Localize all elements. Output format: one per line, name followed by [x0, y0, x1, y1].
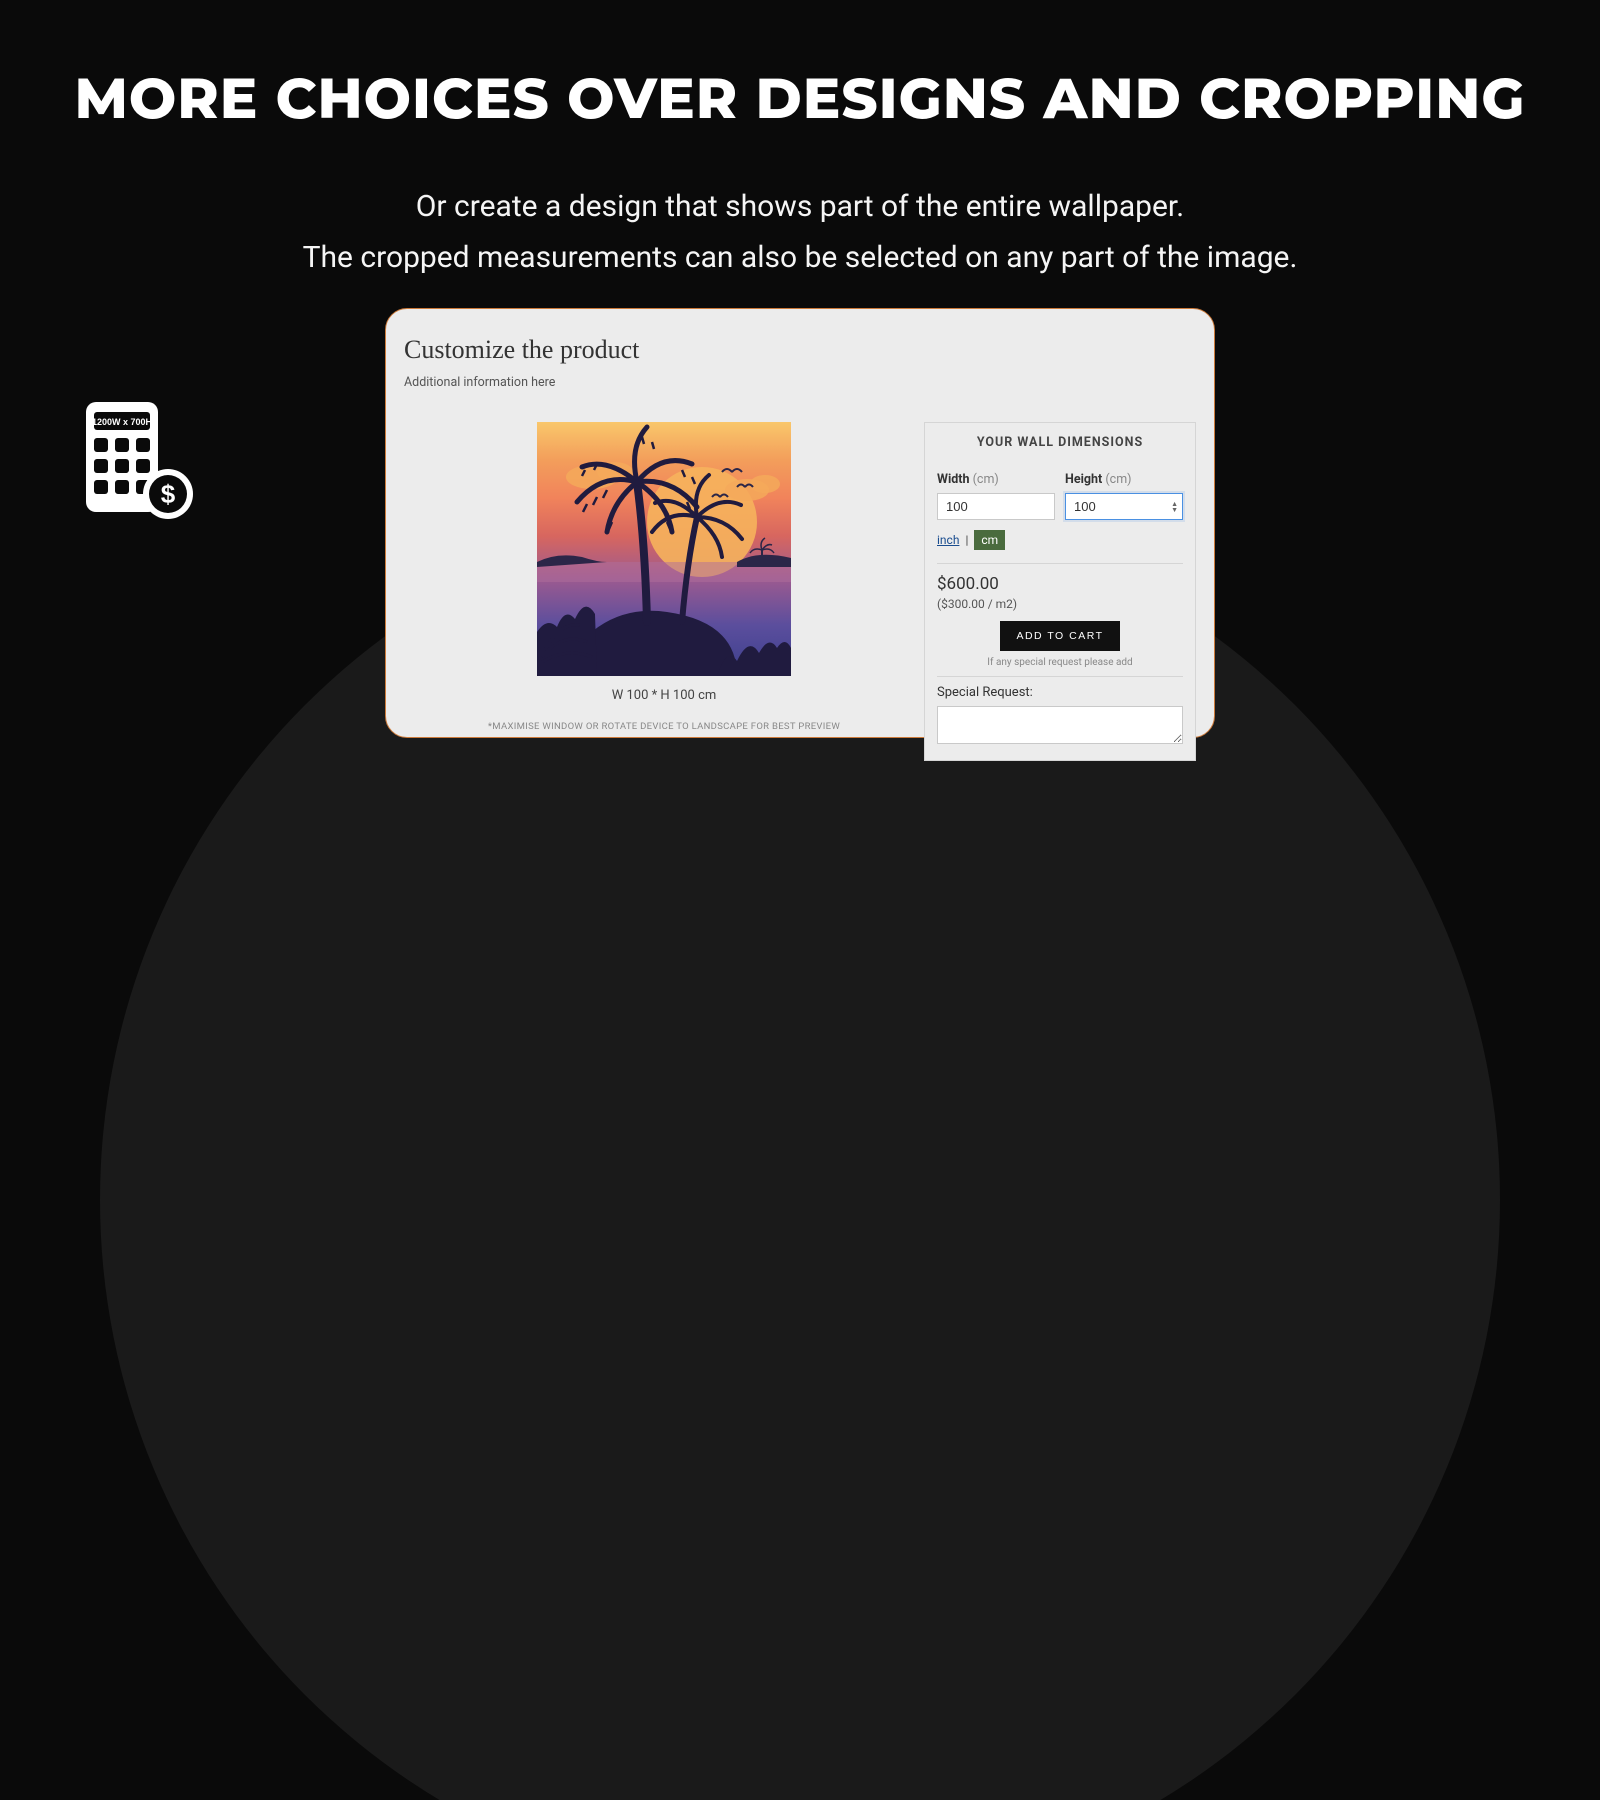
- subtext-line-1: Or create a design that shows part of th…: [0, 181, 1600, 232]
- height-stepper[interactable]: ▲▼: [1171, 501, 1178, 513]
- height-input[interactable]: [1065, 493, 1183, 520]
- width-label: Width (cm): [937, 472, 1055, 487]
- preview-hint-text: *MAXIMISE WINDOW OR ROTATE DEVICE TO LAN…: [488, 721, 840, 732]
- unit-toggle-inch[interactable]: inch: [937, 533, 959, 547]
- price-per-m2: ($300.00 / m2): [937, 597, 1183, 611]
- special-request-hint: If any special request please add: [937, 657, 1183, 668]
- special-request-textarea[interactable]: [937, 706, 1183, 744]
- subtext-line-2: The cropped measurements can also be sel…: [0, 232, 1600, 283]
- product-customize-card: Customize the product Additional informa…: [385, 308, 1215, 738]
- form-heading: YOUR WALL DIMENSIONS: [937, 435, 1183, 450]
- page-headline: MORE CHOICES OVER DESIGNS AND CROPPING: [0, 65, 1600, 133]
- price-total: $600.00: [937, 574, 1183, 594]
- special-request-label: Special Request:: [937, 685, 1183, 700]
- svg-text:1200W x 700H: 1200W x 700H: [92, 417, 152, 427]
- width-input[interactable]: [937, 493, 1055, 520]
- dimensions-form-panel: YOUR WALL DIMENSIONS Width (cm) Height (…: [924, 422, 1196, 761]
- card-subtitle: Additional information here: [404, 375, 1196, 390]
- add-to-cart-button[interactable]: ADD TO CART: [1000, 621, 1119, 651]
- calculator-dollar-icon: 1200W x 700H $: [82, 400, 197, 524]
- height-label: Height (cm): [1065, 472, 1183, 487]
- unit-toggle-cm[interactable]: cm: [974, 530, 1005, 550]
- wallpaper-preview-image[interactable]: [537, 422, 791, 676]
- svg-text:$: $: [161, 479, 176, 509]
- unit-separator: |: [965, 533, 968, 547]
- card-title: Customize the product: [404, 335, 1196, 365]
- preview-dimensions-caption: W 100 * H 100 cm: [612, 688, 717, 703]
